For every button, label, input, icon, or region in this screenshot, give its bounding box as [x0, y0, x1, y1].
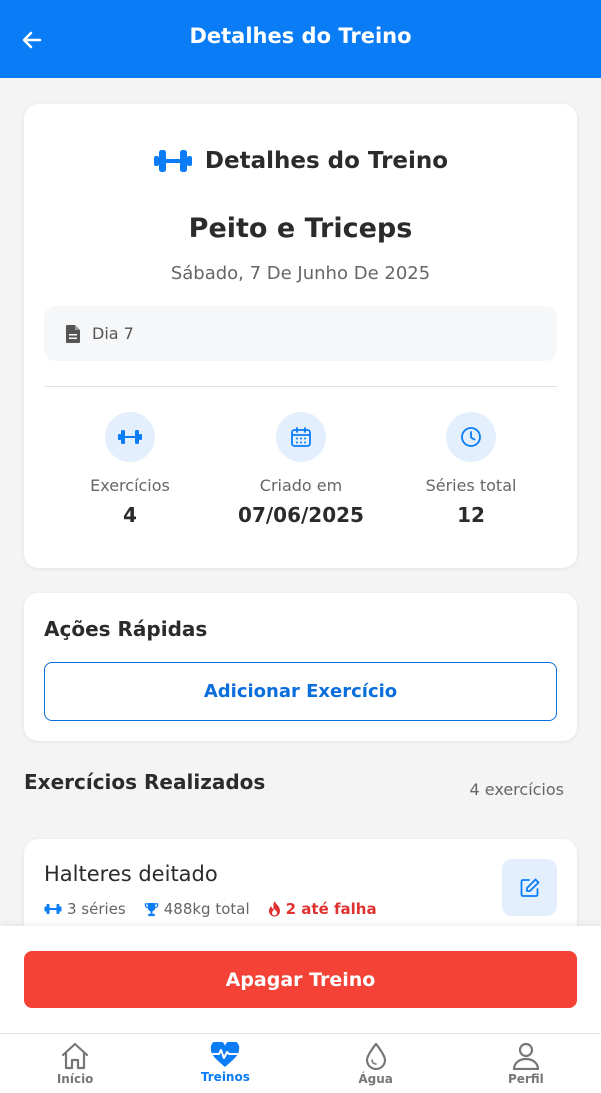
exercise-failure-count: 2 até falha — [285, 900, 377, 918]
stat-label: Séries total — [425, 476, 517, 495]
tab-water[interactable]: Água — [301, 1034, 451, 1093]
exercises-count: 4 exercícios — [469, 780, 564, 799]
stat-value: 07/06/2025 — [238, 503, 364, 527]
home-icon — [62, 1042, 89, 1070]
bottom-tab-bar: Início Treinos Água Perfil — [0, 1033, 601, 1093]
dumbbell-icon — [118, 430, 142, 444]
workout-name: Peito e Triceps — [188, 213, 413, 244]
exercise-sets: 3 séries — [67, 900, 126, 918]
tab-home[interactable]: Início — [0, 1034, 150, 1093]
stat-value: 12 — [457, 503, 485, 527]
note-text: Dia 7 — [92, 324, 134, 343]
workout-date: Sábado, 7 De Junho De 2025 — [170, 263, 431, 284]
stat-label: Criado em — [259, 476, 343, 495]
delete-workout-button[interactable]: Apagar Treino — [24, 951, 577, 1008]
calendar-icon — [291, 427, 311, 447]
tab-label: Início — [56, 1072, 94, 1086]
quick-actions-title: Ações Rápidas — [44, 617, 208, 641]
document-icon — [66, 324, 80, 343]
exercise-name: Halteres deitado — [44, 862, 218, 886]
stat-exercises: Exercícios 4 — [50, 412, 210, 527]
stat-value: 4 — [123, 503, 137, 527]
user-icon — [512, 1042, 539, 1070]
clock-icon — [461, 427, 481, 447]
tab-label: Água — [358, 1072, 393, 1086]
dumbbell-icon — [44, 904, 62, 914]
fire-icon — [268, 901, 280, 917]
tab-profile[interactable]: Perfil — [451, 1034, 601, 1093]
edit-exercise-button[interactable] — [502, 859, 557, 916]
top-app-bar: Detalhes do Treino — [0, 0, 601, 78]
summary-card-title: Detalhes do Treino — [204, 148, 449, 174]
water-drop-icon — [365, 1042, 386, 1070]
tab-label: Treinos — [200, 1070, 250, 1084]
add-exercise-button[interactable]: Adicionar Exercício — [44, 662, 557, 721]
exercise-total-weight: 488kg total — [163, 900, 250, 918]
heart-pulse-icon — [211, 1042, 240, 1067]
tab-workouts[interactable]: Treinos — [150, 1034, 300, 1093]
stat-label: Exercícios — [90, 476, 170, 495]
exercise-meta: 3 séries 488kg total 2 até falha — [44, 900, 395, 918]
edit-icon — [520, 878, 539, 897]
summary-card-header: Detalhes do Treino — [0, 148, 601, 174]
stat-total-sets: Séries total 12 — [391, 412, 551, 527]
stat-created: Criado em 07/06/2025 — [221, 412, 381, 527]
dumbbell-icon — [153, 150, 192, 172]
exercises-section-title: Exercícios Realizados — [24, 770, 266, 794]
workout-note: Dia 7 — [44, 306, 557, 361]
tab-label: Perfil — [507, 1072, 544, 1086]
trophy-icon — [144, 902, 158, 916]
page-title: Detalhes do Treino — [189, 24, 412, 48]
divider — [44, 386, 557, 387]
